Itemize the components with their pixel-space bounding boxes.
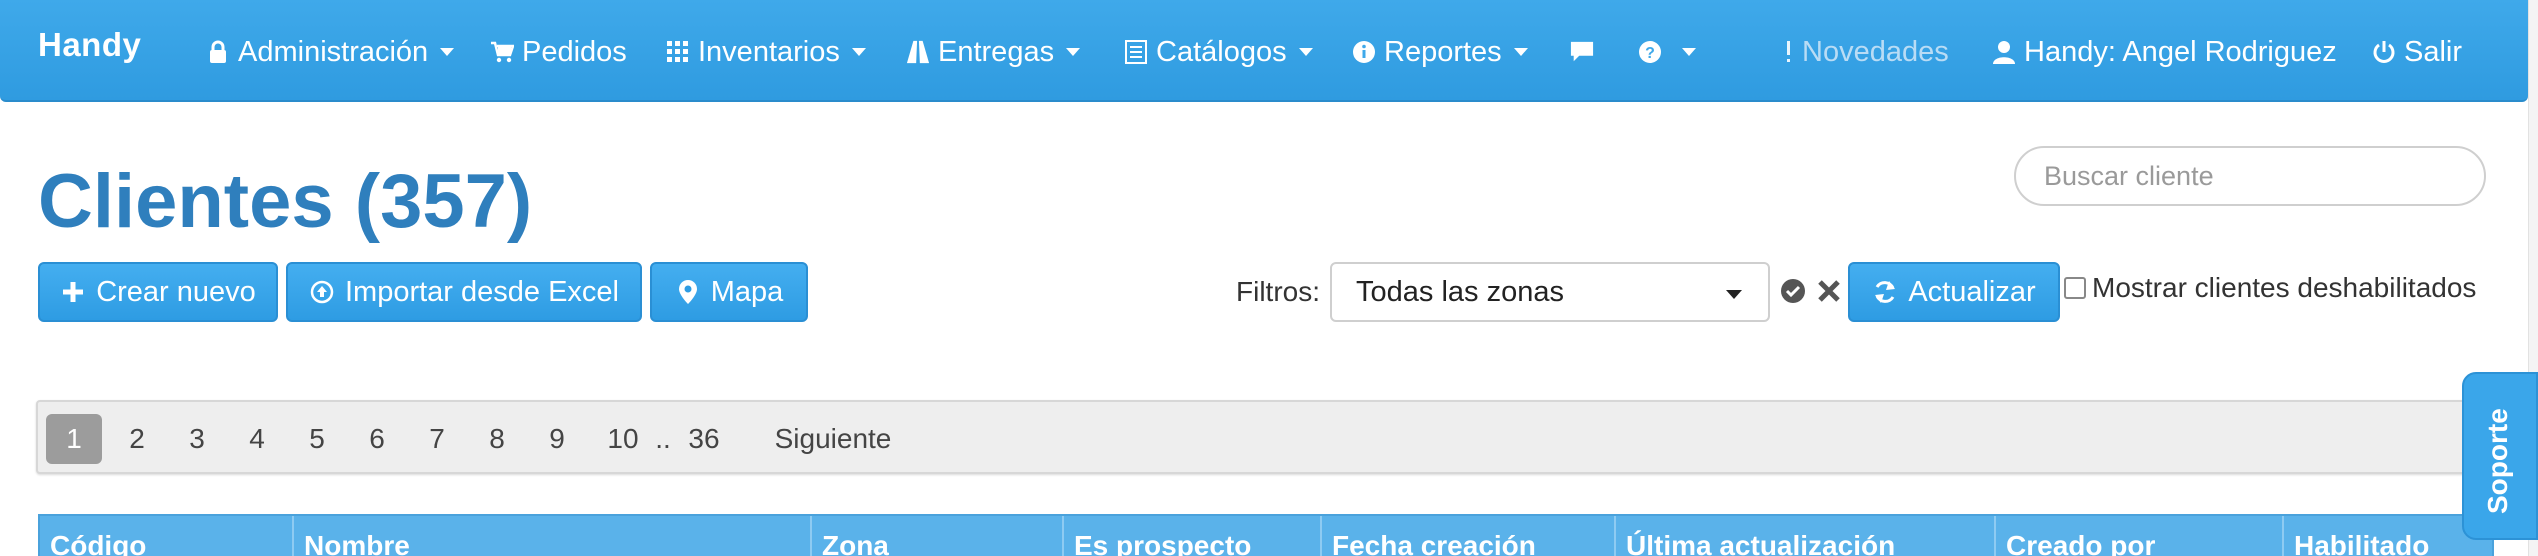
nav-catalogos-label: Catálogos (1156, 35, 1287, 68)
nav-pedidos[interactable]: Pedidos (490, 34, 627, 70)
chevron-down-icon (440, 48, 455, 56)
clear-filter-icon[interactable] (1816, 278, 1842, 304)
map-marker-icon (675, 279, 701, 305)
page-link-1[interactable]: 1 (46, 414, 102, 464)
page-link-7[interactable]: 7 (420, 414, 454, 464)
chevron-down-icon (1066, 48, 1081, 56)
import-excel-label: Importar desde Excel (344, 275, 619, 308)
filters-label: Filtros: (1236, 276, 1320, 307)
page-link-10[interactable]: 10 (600, 414, 646, 464)
page-link-2[interactable]: 2 (120, 414, 154, 464)
lock-icon (206, 40, 230, 64)
nav-logout[interactable]: Salir (2372, 34, 2462, 70)
nav-help[interactable]: ? (1638, 34, 1696, 70)
nav-administracion[interactable]: Administración (206, 34, 455, 70)
map-label: Mapa (710, 275, 784, 308)
nav-chat[interactable] (1570, 34, 1602, 70)
pagination: 1 2 3 4 5 6 7 8 9 10 .. 36 Siguiente (36, 400, 2496, 474)
map-button[interactable]: Mapa (650, 262, 808, 322)
nav-user-label: Handy: Angel Rodriguez (2024, 35, 2337, 68)
column-header-ultima-actualizacion[interactable]: Última actualización (1616, 516, 1996, 556)
chevron-down-icon (851, 48, 866, 56)
nav-catalogos[interactable]: Catálogos (1124, 34, 1313, 70)
page-link-4[interactable]: 4 (240, 414, 274, 464)
cart-icon (490, 40, 514, 64)
search-input[interactable] (2014, 146, 2486, 206)
nav-novedades[interactable]: Novedades (1784, 34, 1949, 70)
page-link-6[interactable]: 6 (360, 414, 394, 464)
chat-icon (1570, 40, 1594, 64)
zone-select-value: Todas las zonas (1356, 275, 1564, 308)
column-header-zona[interactable]: Zona (812, 516, 1064, 556)
clients-table-header: Código Nombre Zona Es prospecto Fecha cr… (38, 514, 2494, 556)
chevron-down-icon (1298, 48, 1313, 56)
plus-icon (60, 279, 86, 305)
page-link-3[interactable]: 3 (180, 414, 214, 464)
zone-select[interactable]: Todas las zonas (1330, 262, 1770, 322)
nav-user[interactable]: Handy: Angel Rodriguez (1992, 34, 2337, 70)
show-disabled-toggle[interactable]: Mostrar clientes deshabilitados (2064, 272, 2476, 304)
column-header-creado-por[interactable]: Creado por (1996, 516, 2284, 556)
show-disabled-checkbox[interactable] (2064, 277, 2086, 299)
create-new-label: Crear nuevo (96, 275, 256, 308)
top-navbar: Handy Administración Pedidos Inventarios… (0, 0, 2528, 102)
column-header-habilitado[interactable]: Habilitado (2284, 516, 2492, 556)
column-header-nombre[interactable]: Nombre (294, 516, 812, 556)
exclamation-icon (1784, 40, 1794, 64)
column-header-fecha-creacion[interactable]: Fecha creación (1322, 516, 1616, 556)
next-page-link[interactable]: Siguiente (768, 414, 898, 464)
road-icon (906, 40, 930, 64)
chevron-down-icon (1726, 290, 1742, 299)
nav-administracion-label: Administración (238, 35, 429, 68)
nav-inventarios-label: Inventarios (698, 35, 840, 68)
nav-logout-label: Salir (2404, 35, 2463, 68)
page-title: Clientes (357) (38, 159, 533, 244)
page-link-8[interactable]: 8 (480, 414, 514, 464)
chevron-down-icon (1682, 48, 1696, 56)
page-link-36[interactable]: 36 (680, 414, 728, 464)
nav-novedades-label: Novedades (1802, 35, 1949, 68)
page-ellipsis: .. (655, 423, 671, 454)
brand-logo[interactable]: Handy (38, 26, 141, 64)
nav-reportes[interactable]: Reportes (1352, 34, 1528, 70)
support-tab[interactable]: Soporte (2462, 372, 2538, 540)
support-tab-label: Soporte (2482, 408, 2513, 514)
chevron-down-icon (1513, 48, 1528, 56)
svg-text:?: ? (1645, 45, 1655, 62)
upload-circle-icon (309, 279, 335, 305)
user-icon (1992, 40, 2016, 64)
create-new-button[interactable]: Crear nuevo (38, 262, 278, 322)
page-link-9[interactable]: 9 (540, 414, 574, 464)
list-icon (1124, 40, 1148, 64)
column-header-es-prospecto[interactable]: Es prospecto (1064, 516, 1322, 556)
grid-icon (666, 40, 690, 64)
nav-entregas[interactable]: Entregas (906, 34, 1081, 70)
help-icon: ? (1638, 40, 1662, 64)
import-excel-button[interactable]: Importar desde Excel (286, 262, 642, 322)
info-icon (1352, 40, 1376, 64)
refresh-icon (1872, 279, 1898, 305)
nav-pedidos-label: Pedidos (522, 35, 627, 68)
column-header-codigo[interactable]: Código (40, 516, 294, 556)
page-link-5[interactable]: 5 (300, 414, 334, 464)
nav-reportes-label: Reportes (1384, 35, 1502, 68)
power-icon (2372, 40, 2396, 64)
nav-entregas-label: Entregas (938, 35, 1055, 68)
show-disabled-label: Mostrar clientes deshabilitados (2092, 272, 2477, 303)
refresh-label: Actualizar (1908, 275, 2036, 308)
refresh-button[interactable]: Actualizar (1848, 262, 2060, 322)
check-circle-icon[interactable] (1780, 278, 1806, 304)
nav-inventarios[interactable]: Inventarios (666, 34, 866, 70)
